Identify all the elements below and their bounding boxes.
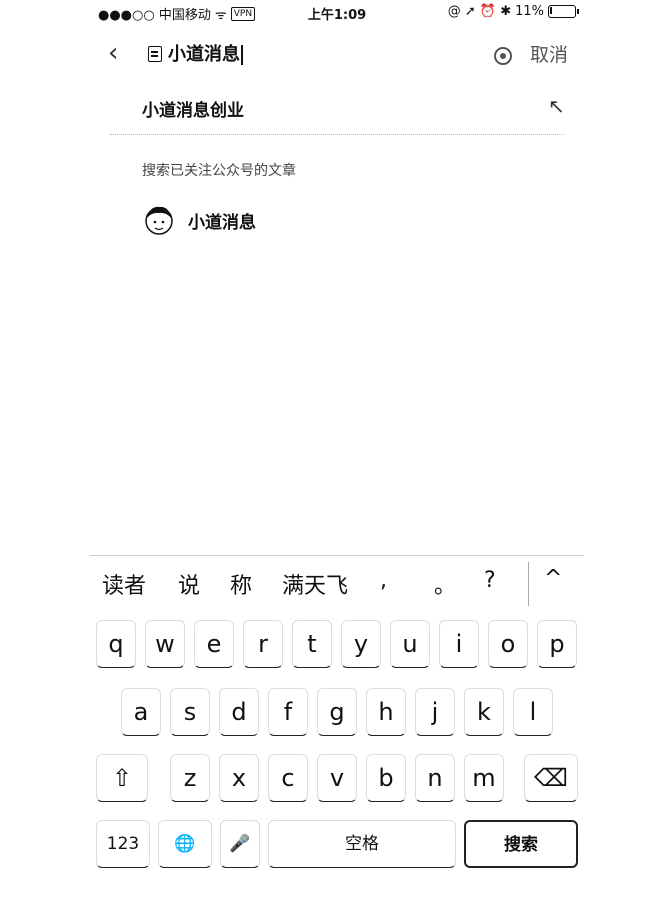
- divider: [110, 134, 564, 135]
- key-d[interactable]: d: [219, 688, 259, 736]
- key-p[interactable]: p: [537, 620, 577, 668]
- status-icons: @ ➚ ⏰ ✱: [447, 4, 512, 19]
- candidate[interactable]: 读者: [102, 568, 146, 600]
- key-v[interactable]: v: [317, 754, 357, 802]
- key-r[interactable]: r: [243, 620, 283, 668]
- microphone-key-icon[interactable]: 🎤: [220, 820, 260, 868]
- search-type-icon: [148, 46, 162, 62]
- key-e[interactable]: e: [194, 620, 234, 668]
- back-chevron-icon[interactable]: ‹: [108, 40, 118, 66]
- account-name: 小道消息: [188, 213, 256, 233]
- key-l[interactable]: l: [513, 688, 553, 736]
- key-z[interactable]: z: [170, 754, 210, 802]
- key-x[interactable]: x: [219, 754, 259, 802]
- key-b[interactable]: b: [366, 754, 406, 802]
- candidate[interactable]: 称: [230, 568, 252, 600]
- candidate[interactable]: ,: [380, 568, 387, 593]
- key-k[interactable]: k: [464, 688, 504, 736]
- account-avatar: [145, 206, 173, 235]
- phone-screen: ●●●○○ 中国移动 ᯤ VPN 上午1:09 @ ➚ ⏰ ✱ 11% ‹ 小道…: [90, 0, 584, 912]
- battery-percent: 11%: [515, 4, 544, 19]
- key-u[interactable]: u: [390, 620, 430, 668]
- shift-key-icon[interactable]: ⇧: [96, 754, 148, 802]
- fill-suggestion-arrow-icon[interactable]: ↖: [548, 94, 565, 118]
- status-bar: ●●●○○ 中国移动 ᯤ VPN 上午1:09 @ ➚ ⏰ ✱ 11%: [90, 4, 584, 26]
- suggestion-text: 小道消息创业: [142, 101, 244, 121]
- text-caret: [241, 45, 243, 65]
- key-j[interactable]: j: [415, 688, 455, 736]
- account-result[interactable]: 小道消息: [90, 200, 584, 244]
- search-query: 小道消息: [168, 44, 240, 65]
- suggestion-row[interactable]: 小道消息创业 ↖: [90, 90, 584, 130]
- key-s[interactable]: s: [170, 688, 210, 736]
- battery-icon: [548, 5, 579, 18]
- candidate[interactable]: ?: [484, 568, 496, 593]
- key-n[interactable]: n: [415, 754, 455, 802]
- key-h[interactable]: h: [366, 688, 406, 736]
- candidate-bar: 读者 说 称 满天飞 , 。 ? ^: [90, 556, 584, 610]
- key-c[interactable]: c: [268, 754, 308, 802]
- candidate[interactable]: 说: [178, 568, 200, 600]
- key-q[interactable]: q: [96, 620, 136, 668]
- numbers-key[interactable]: 123: [96, 820, 150, 868]
- candidate-divider: [528, 562, 529, 606]
- key-t[interactable]: t: [292, 620, 332, 668]
- key-a[interactable]: a: [121, 688, 161, 736]
- delete-key-icon[interactable]: ⌫: [524, 754, 578, 802]
- cancel-button[interactable]: 取消: [530, 40, 568, 67]
- clear-input-icon[interactable]: [494, 47, 512, 65]
- globe-key-icon[interactable]: 🌐: [158, 820, 212, 868]
- key-i[interactable]: i: [439, 620, 479, 668]
- key-g[interactable]: g: [317, 688, 357, 736]
- search-bar: ‹ 小道消息 取消: [90, 34, 584, 74]
- key-m[interactable]: m: [464, 754, 504, 802]
- key-o[interactable]: o: [488, 620, 528, 668]
- key-y[interactable]: y: [341, 620, 381, 668]
- search-input[interactable]: 小道消息: [168, 40, 243, 66]
- keyboard: 读者 说 称 满天飞 , 。 ? ^ q w e r t y u i o p a…: [90, 555, 584, 886]
- section-title: 搜索已关注公众号的文章: [142, 163, 296, 179]
- collapse-candidates-icon[interactable]: ^: [544, 566, 562, 591]
- candidate[interactable]: 满天飞: [282, 568, 348, 600]
- search-key[interactable]: 搜索: [464, 820, 578, 868]
- candidate[interactable]: 。: [434, 568, 456, 600]
- space-key[interactable]: 空格: [268, 820, 456, 868]
- key-f[interactable]: f: [268, 688, 308, 736]
- key-w[interactable]: w: [145, 620, 185, 668]
